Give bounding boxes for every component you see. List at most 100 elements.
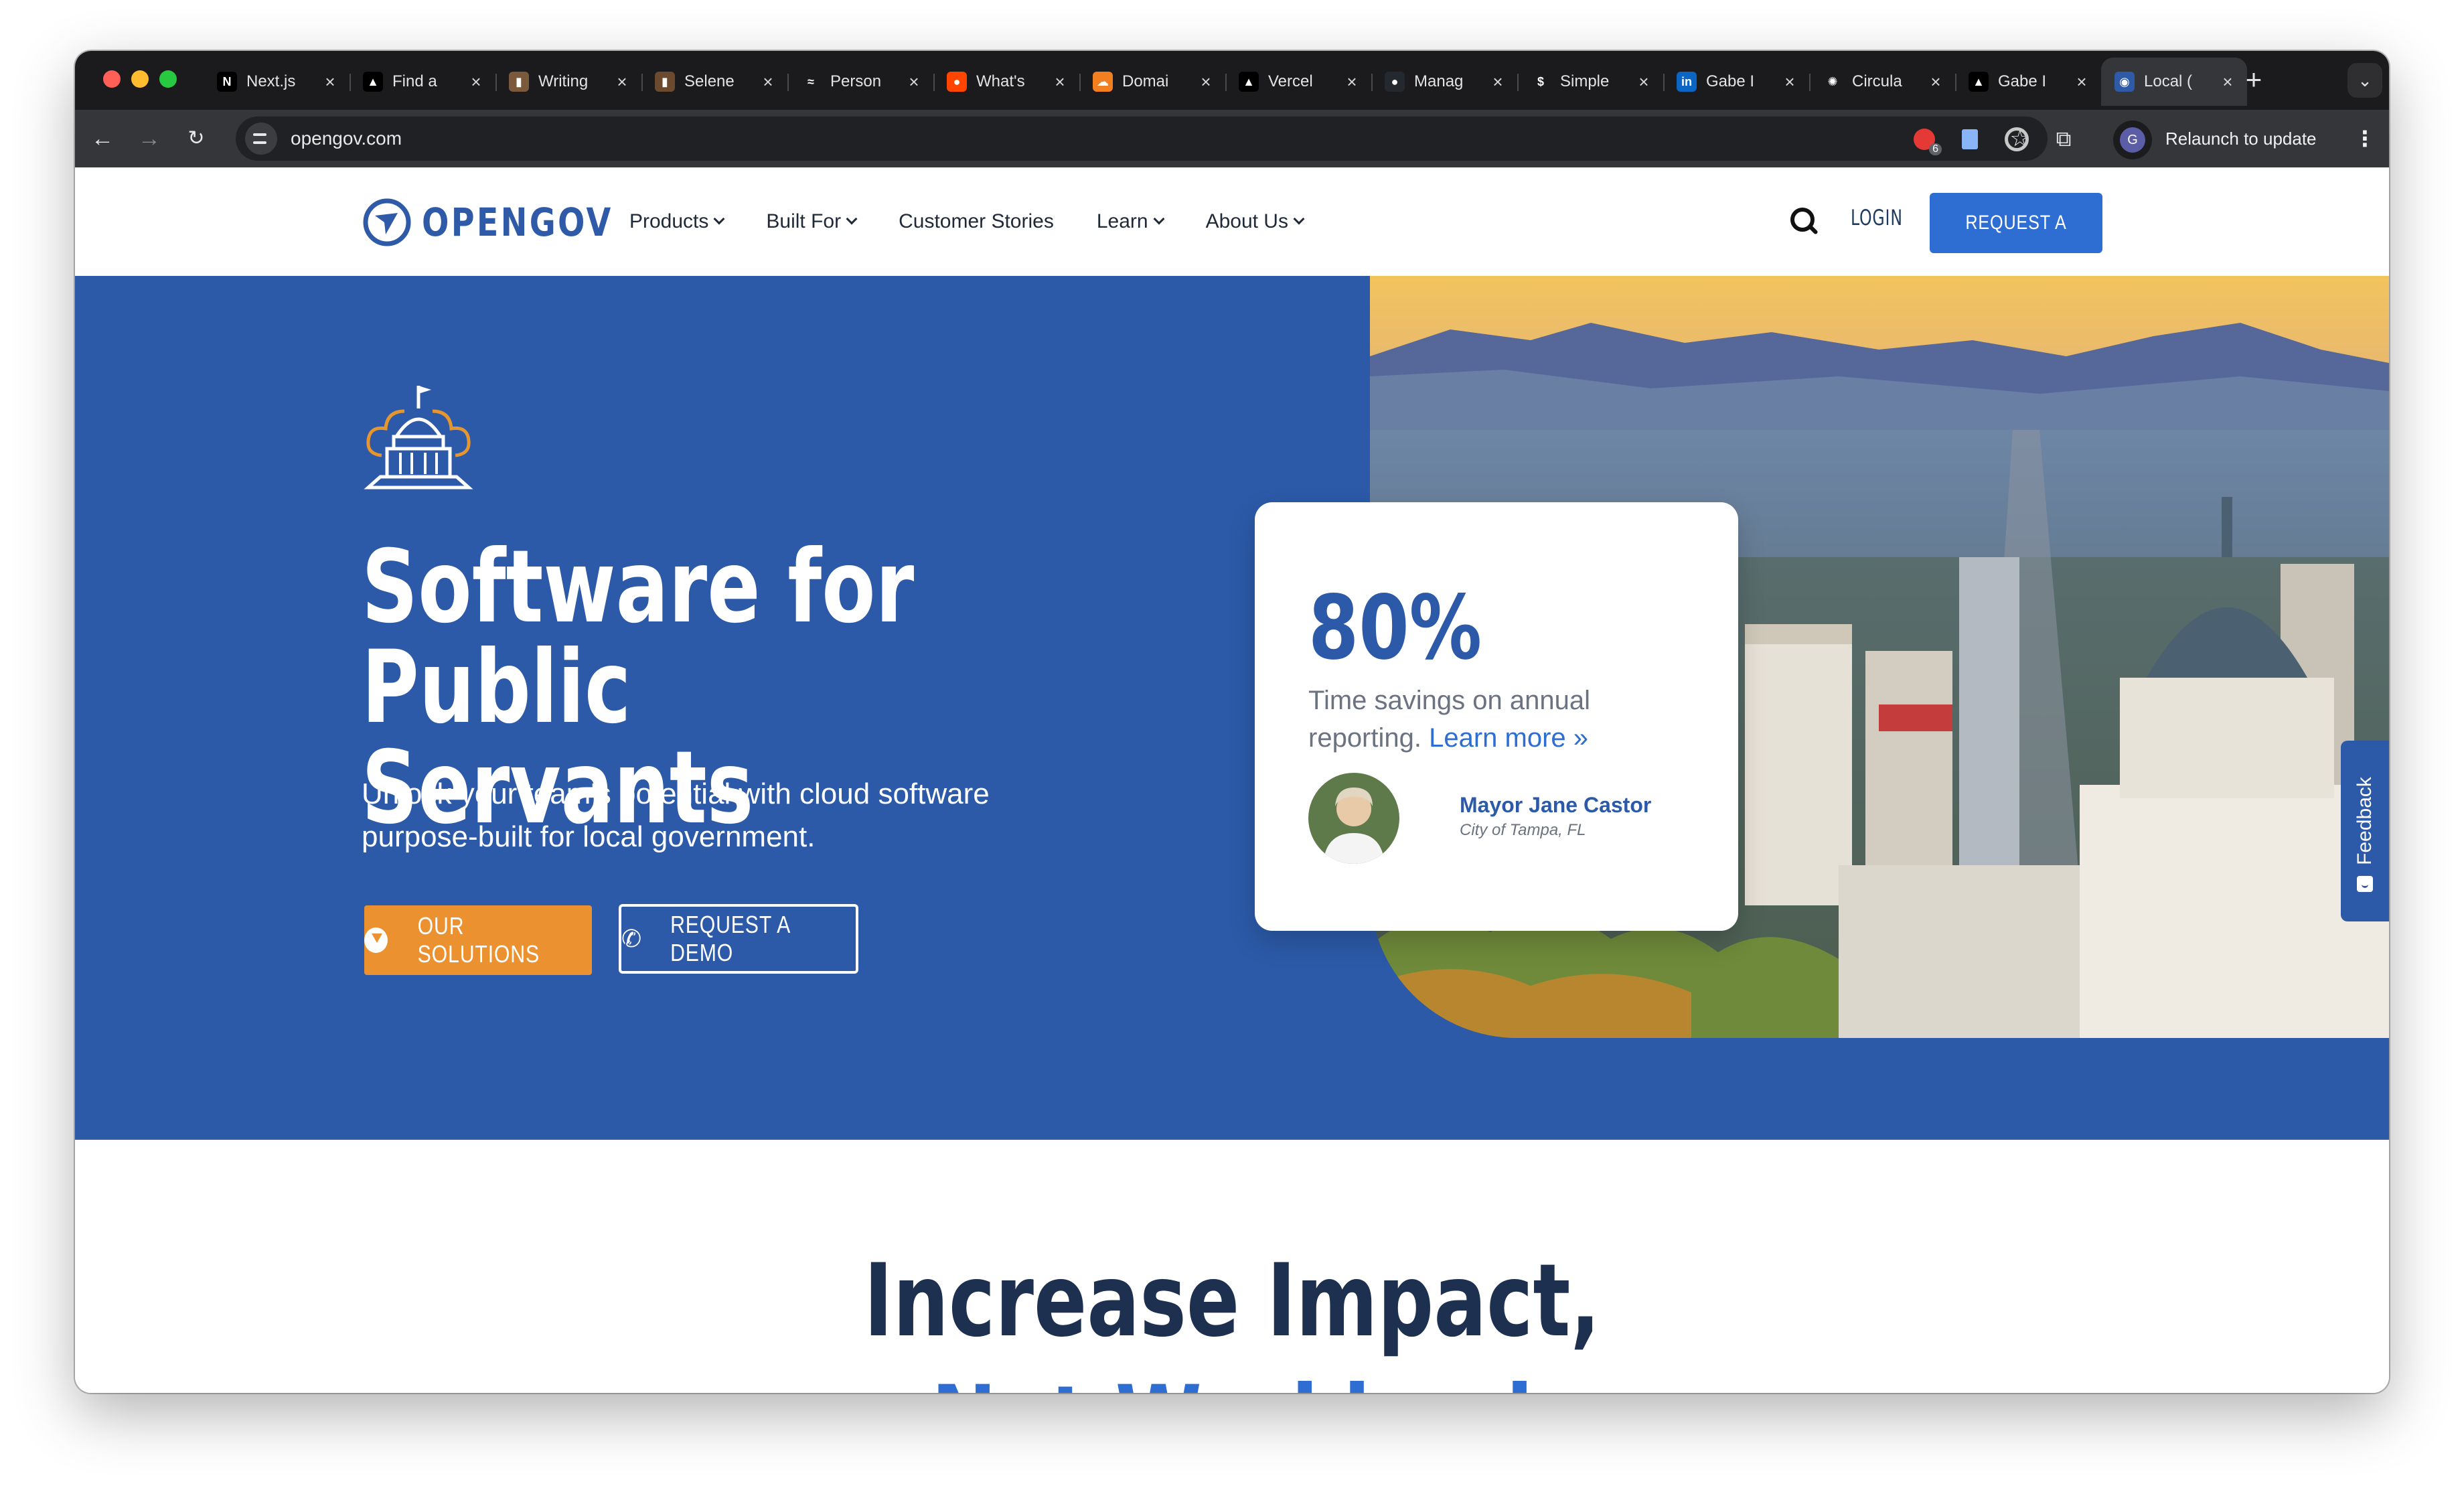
hero-request-demo-button[interactable]: ✆ REQUEST A DEMO xyxy=(619,904,858,974)
capitol-building-icon xyxy=(364,386,473,490)
new-tab-button[interactable]: + xyxy=(2236,63,2271,98)
openai-icon: ✺ xyxy=(1823,72,1843,92)
tab-search-button[interactable]: ⌄ xyxy=(2347,63,2382,98)
tab-title: Find a xyxy=(392,72,437,90)
nav-item-about-us[interactable]: About Us xyxy=(1206,210,1305,233)
extensions-puzzle-icon[interactable]: ⧉ xyxy=(2049,125,2078,154)
mayor-avatar xyxy=(1308,773,1399,864)
browser-tab[interactable]: ▲ Vercel × xyxy=(1225,58,1371,106)
download-circle-icon xyxy=(364,927,388,953)
nav-item-label: Products xyxy=(629,210,709,232)
browser-tab[interactable]: ▮ Writing × xyxy=(495,58,641,106)
browser-tab[interactable]: ● What's × xyxy=(933,58,1079,106)
tab-title: What's xyxy=(976,72,1025,90)
section-title-text: Increase Impact, xyxy=(864,1243,1600,1359)
close-tab-icon[interactable]: × xyxy=(613,72,631,92)
minimize-window-button[interactable] xyxy=(131,70,149,88)
nav-item-label: Learn xyxy=(1096,210,1148,232)
web-page: OPENGOV Products Built For Customer Storie… xyxy=(75,167,2389,1393)
hero-request-demo-label: REQUEST A DEMO xyxy=(670,911,790,966)
tab-title: Vercel xyxy=(1268,72,1313,90)
tab-title: Circula xyxy=(1852,72,1902,90)
search-icon[interactable] xyxy=(1788,205,1820,237)
mayor-name: Mayor Jane Castor xyxy=(1460,793,1652,817)
close-window-button[interactable] xyxy=(103,70,121,88)
close-tab-icon[interactable]: × xyxy=(1635,72,1652,92)
stat-value: 80% xyxy=(1308,577,1482,680)
nav-item-learn[interactable]: Learn xyxy=(1096,210,1165,233)
tab-title: Person xyxy=(830,72,882,90)
learn-more-link[interactable]: Learn more » xyxy=(1429,723,1588,753)
back-arrow-icon[interactable]: ← xyxy=(84,121,121,157)
close-tab-icon[interactable]: × xyxy=(2219,72,2236,92)
stat-card: 80% Time savings on annual reporting. Le… xyxy=(1255,502,1738,931)
browser-tab[interactable]: ☁ Domai × xyxy=(1079,58,1225,106)
close-tab-icon[interactable]: × xyxy=(1489,72,1507,92)
nav-item-built-for[interactable]: Built For xyxy=(766,210,858,233)
opengov-logo[interactable]: OPENGOV xyxy=(362,197,655,248)
nextjs-icon: N xyxy=(217,72,237,92)
section-title: Increase Impact, xyxy=(75,1244,2389,1358)
close-tab-icon[interactable]: × xyxy=(1197,72,1215,92)
feedback-tab[interactable]: Feedback xyxy=(2341,741,2389,921)
browser-toolbar: ← → ↻ opengov.com ☆ 6 ⧉ G Relaunch to up… xyxy=(75,110,2389,167)
close-tab-icon[interactable]: × xyxy=(1927,72,1944,92)
fullscreen-window-button[interactable] xyxy=(159,70,177,88)
extension-doc-icon[interactable] xyxy=(1955,125,1985,154)
tab-title: Next.js xyxy=(246,72,296,90)
close-tab-icon[interactable]: × xyxy=(1343,72,1361,92)
chevron-down-icon xyxy=(1293,213,1305,225)
close-tab-icon[interactable]: × xyxy=(467,72,485,92)
close-tab-icon[interactable]: × xyxy=(905,72,923,92)
browser-tab[interactable]: ✺ Circula × xyxy=(1809,58,1955,106)
browser-tab[interactable]: ▮ Selene × xyxy=(641,58,787,106)
tab-strip: N Next.js × ▲ Find a × ▮ Writing × ▮ Selene × ≈ Perso… xyxy=(75,51,2389,110)
site-info-icon[interactable] xyxy=(245,123,277,155)
nav-item-label: Customer Stories xyxy=(899,210,1054,232)
browser-tab[interactable]: ◉ Local (× xyxy=(2101,58,2247,106)
hero-section: Software for Public Servants Unlock your… xyxy=(75,276,2389,1140)
nav-item-label: Built For xyxy=(766,210,842,232)
more-menu-icon[interactable]: ⋮ xyxy=(2354,121,2376,157)
close-tab-icon[interactable]: × xyxy=(759,72,777,92)
section-subtitle: Not Workload xyxy=(75,1366,2389,1393)
cloudflare-icon: ☁ xyxy=(1093,72,1113,92)
close-tab-icon[interactable]: × xyxy=(1051,72,1069,92)
browser-tab[interactable]: ● Manag × xyxy=(1371,58,1517,106)
extension-red-icon[interactable]: 6 xyxy=(1910,125,1942,155)
tab-title: Gabe I xyxy=(1998,72,2047,90)
portrait-icon: ▮ xyxy=(509,72,529,92)
tab-title: Manag xyxy=(1414,72,1464,90)
reload-icon[interactable]: ↻ xyxy=(178,121,214,157)
close-tab-icon[interactable]: × xyxy=(1781,72,1798,92)
forward-arrow-icon[interactable]: → xyxy=(131,121,167,157)
profile-button[interactable]: G xyxy=(2113,121,2152,159)
address-bar[interactable]: opengov.com ☆ xyxy=(236,117,2048,161)
tab-title: Selene xyxy=(684,72,735,90)
mayor-org: City of Tampa, FL xyxy=(1460,821,1586,839)
tab-title: Simple xyxy=(1560,72,1610,90)
browser-tab[interactable]: N Next.js × xyxy=(204,58,350,106)
our-solutions-button[interactable]: OUR SOLUTIONS xyxy=(364,905,592,975)
browser-tab[interactable]: ▲ Gabe I × xyxy=(1955,58,2101,106)
url-text[interactable]: opengov.com xyxy=(291,117,402,161)
close-tab-icon[interactable]: × xyxy=(2073,72,2090,92)
close-tab-icon[interactable]: × xyxy=(321,72,339,92)
browser-tab[interactable]: in Gabe I × xyxy=(1663,58,1809,106)
header-request-demo-button[interactable]: REQUEST A DEMO xyxy=(1930,193,2102,294)
nav-item-customer-stories[interactable]: Customer Stories xyxy=(899,210,1054,233)
relaunch-button[interactable]: Relaunch to update xyxy=(2165,121,2317,157)
browser-tab[interactable]: $ Simple × xyxy=(1517,58,1663,106)
avatar: G xyxy=(2120,127,2145,153)
site-header: OPENGOV Products Built For Customer Storie… xyxy=(75,167,2389,294)
nav-item-products[interactable]: Products xyxy=(629,210,725,233)
our-solutions-label: OUR SOLUTIONS xyxy=(417,912,540,968)
chevron-down-icon xyxy=(713,213,725,225)
browser-tab[interactable]: ▲ Find a × xyxy=(350,58,495,106)
vercel-triangle-icon: ▲ xyxy=(1969,72,1989,92)
tab-title: Domai xyxy=(1122,72,1169,90)
extension-circle-icon[interactable] xyxy=(2002,125,2031,154)
section-subtitle-text: Not Workload xyxy=(931,1366,1533,1393)
login-link[interactable]: LOGIN xyxy=(1851,205,1903,230)
browser-tab[interactable]: ≈ Person × xyxy=(787,58,933,106)
